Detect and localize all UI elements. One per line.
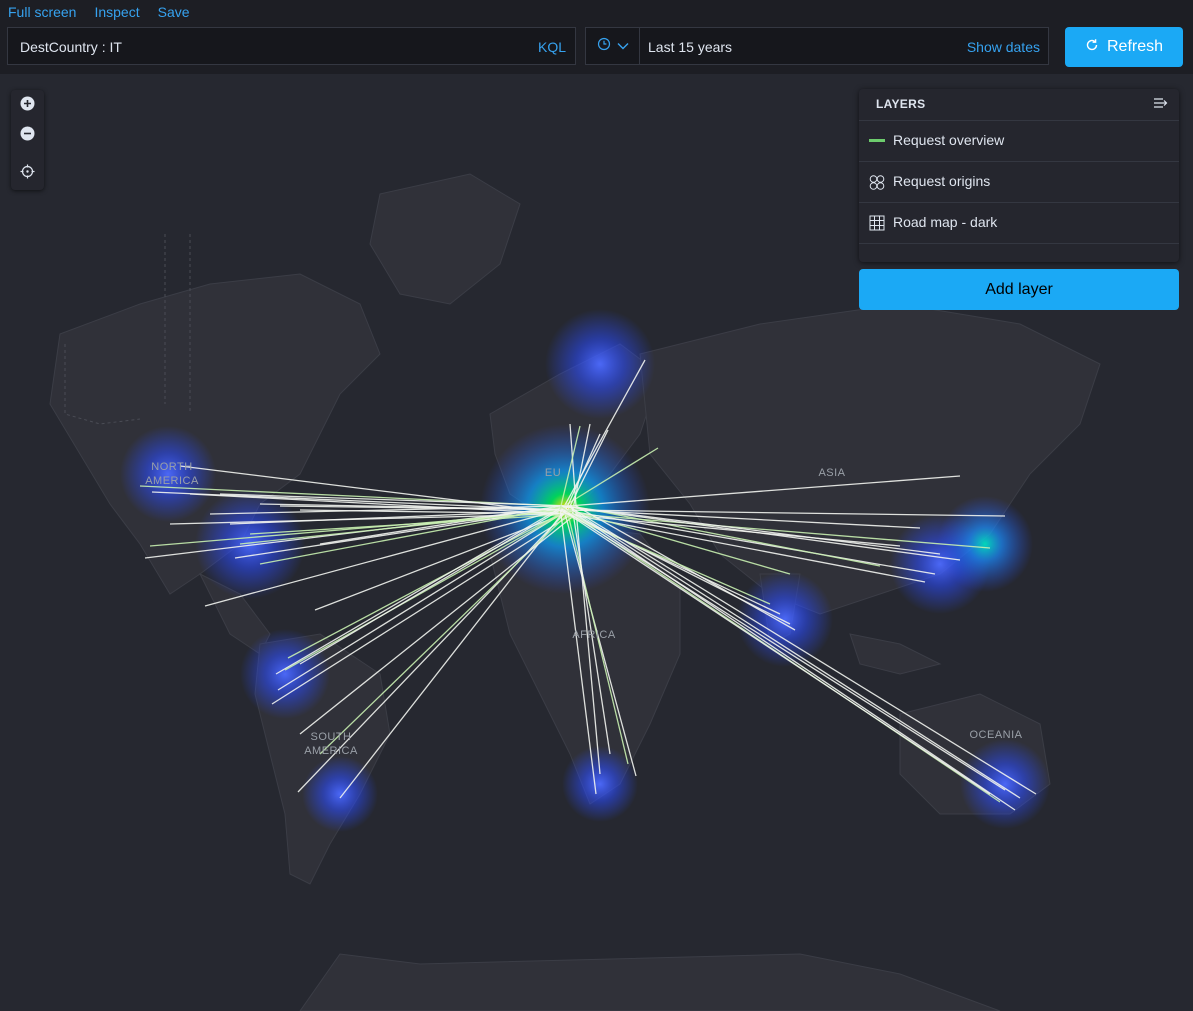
refresh-button[interactable]: Refresh [1065, 27, 1183, 67]
layer-label: Request origins [893, 173, 991, 189]
label-north-america-2: AMERICA [145, 475, 199, 487]
cluster-layer-icon [869, 174, 885, 190]
line-layer-icon [869, 133, 885, 149]
grid-layer-icon [869, 215, 885, 231]
label-south-america-2: AMERICA [304, 745, 358, 757]
layers-title: LAYERS [876, 97, 926, 111]
query-text: DestCountry : IT [20, 39, 122, 55]
add-layer-button[interactable]: Add layer [859, 269, 1179, 310]
layer-label: Road map - dark [893, 214, 998, 230]
refresh-label: Refresh [1106, 38, 1164, 55]
date-range-text: Last 15 years [648, 39, 733, 55]
label-north-america-1: NORTH [151, 461, 192, 473]
plus-icon [20, 96, 35, 116]
refresh-icon [1085, 38, 1099, 57]
layers-list-end [859, 243, 1179, 262]
label-africa: AFRICA [572, 629, 616, 641]
full-screen-link[interactable]: Full screen [8, 1, 76, 23]
crosshair-icon [20, 164, 35, 184]
label-europe: EU [545, 467, 561, 479]
label-oceania: OCEANIA [969, 729, 1022, 741]
layer-item-request-overview[interactable]: Request overview [859, 120, 1179, 160]
inspect-link[interactable]: Inspect [94, 1, 139, 23]
quick-date-menu-button[interactable] [586, 28, 640, 64]
layers-panel: LAYERS Request overview Request origins … [859, 89, 1179, 262]
collapse-panel-icon[interactable] [1153, 96, 1169, 115]
minus-icon [20, 126, 35, 146]
date-picker[interactable]: Last 15 years Show dates [585, 27, 1049, 65]
zoom-in-button[interactable] [11, 90, 44, 122]
clock-icon [597, 37, 611, 56]
query-bar: DestCountry : IT KQL Last 15 years Show … [0, 24, 1193, 74]
chevron-down-icon [617, 37, 629, 55]
fit-to-data-button[interactable] [11, 158, 44, 190]
query-input[interactable]: DestCountry : IT KQL [7, 27, 576, 65]
label-south-america-1: SOUTH [311, 731, 352, 743]
show-dates-button[interactable]: Show dates [967, 39, 1040, 55]
layer-item-road-map-dark[interactable]: Road map - dark [859, 202, 1179, 242]
label-asia: ASIA [818, 467, 845, 479]
zoom-out-button[interactable] [11, 120, 44, 152]
layer-label: Request overview [893, 132, 1005, 148]
top-nav: Full screen Inspect Save [0, 0, 1193, 24]
kql-language-toggle[interactable]: KQL [538, 39, 566, 55]
save-link[interactable]: Save [158, 1, 190, 23]
layer-item-request-origins[interactable]: Request origins [859, 161, 1179, 201]
map-zoom-controls [11, 90, 44, 190]
